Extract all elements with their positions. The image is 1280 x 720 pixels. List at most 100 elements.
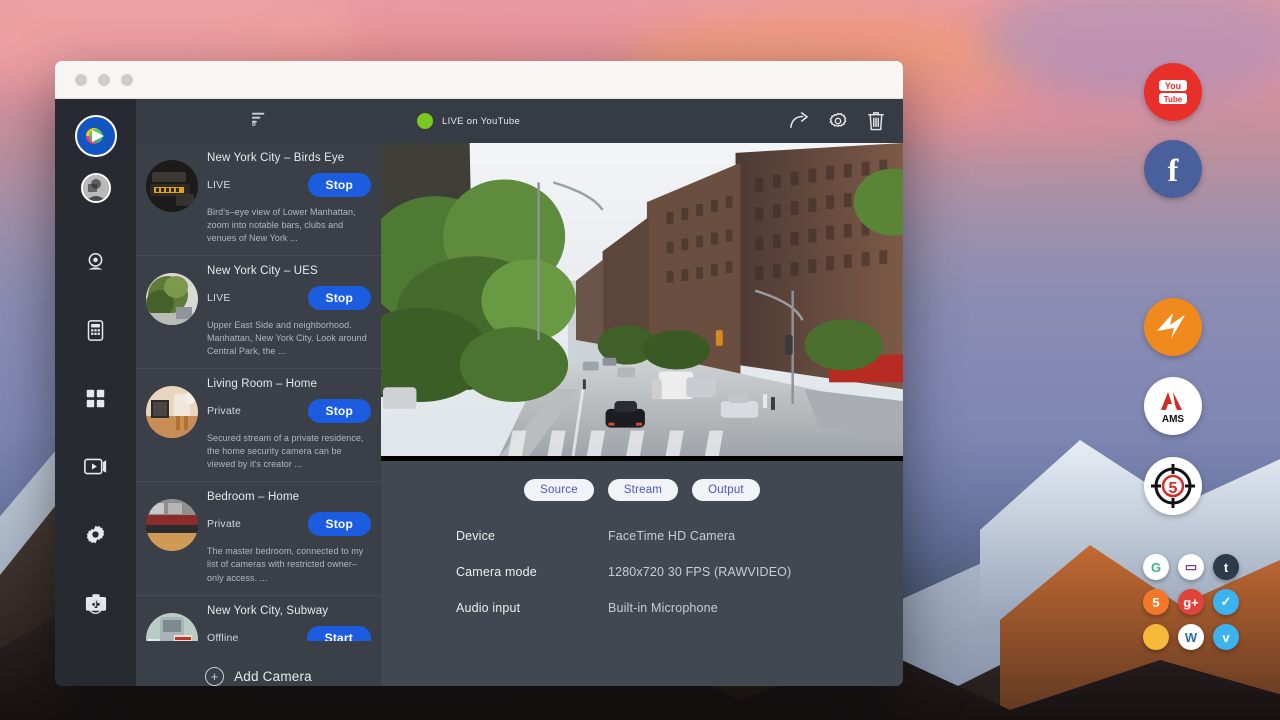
camera-list-item[interactable]: New York City – Birds EyeLIVEStopBird's–… bbox=[136, 143, 381, 256]
wordpress-launcher-icon[interactable]: W bbox=[1178, 624, 1204, 650]
camera-list-item[interactable]: New York City, SubwayOfflineStartNew Yor… bbox=[136, 596, 381, 641]
sidebar-item-devices[interactable] bbox=[74, 305, 118, 355]
camera-status: LIVE bbox=[207, 292, 231, 304]
camera-description: Upper East Side and neighborhood. Manhat… bbox=[207, 319, 371, 358]
google-plus-launcher-icon-circle: g+ bbox=[1178, 589, 1204, 615]
video-player-icon bbox=[84, 457, 107, 476]
grid-icon bbox=[85, 388, 106, 409]
main-toolbar: LIVE on YouTube bbox=[381, 99, 903, 143]
camera-toggle-button[interactable]: Stop bbox=[308, 286, 371, 310]
camera-info: New York City – Birds EyeLIVEStopBird's–… bbox=[207, 152, 371, 245]
live-status-label: LIVE on YouTube bbox=[442, 116, 520, 127]
facebook-launcher-icon[interactable]: f bbox=[1144, 140, 1202, 198]
live-status-dot bbox=[417, 113, 433, 129]
sort-icon-glyph bbox=[251, 111, 267, 126]
camera-list-item[interactable]: Living Room – HomePrivateStopSecured str… bbox=[136, 369, 381, 482]
camera-toggle-button[interactable]: Stop bbox=[308, 512, 371, 536]
plus-icon: + bbox=[205, 667, 224, 686]
facebook-launcher-icon-circle: f bbox=[1144, 140, 1202, 198]
settings-button[interactable] bbox=[828, 111, 848, 131]
power-icon bbox=[86, 597, 105, 616]
camera-status-row: LIVEStop bbox=[207, 173, 371, 197]
svg-text:AMS: AMS bbox=[1162, 414, 1185, 425]
bedroom-thumb bbox=[146, 499, 198, 551]
twitter-launcher-icon[interactable]: ✓ bbox=[1213, 589, 1239, 615]
camera-list-item[interactable]: Bedroom – HomePrivateStopThe master bedr… bbox=[136, 482, 381, 595]
camera-toggle-button[interactable]: Stop bbox=[308, 399, 371, 423]
svg-text:Tube: Tube bbox=[1164, 95, 1183, 104]
camera-info: New York City, SubwayOfflineStartNew Yor… bbox=[207, 605, 371, 641]
tab-source[interactable]: Source bbox=[524, 479, 594, 501]
nyc-birdseye-thumb bbox=[146, 160, 198, 212]
sidebar-item-power[interactable] bbox=[74, 581, 118, 631]
svg-text:5: 5 bbox=[1169, 480, 1178, 497]
video-frame bbox=[381, 143, 903, 456]
google-plus-launcher-icon[interactable]: g+ bbox=[1178, 589, 1204, 615]
camera-info: New York City – UES LIVE Stop Upper East Si… bbox=[207, 265, 371, 358]
trash-icon bbox=[867, 111, 885, 131]
video-preview[interactable] bbox=[381, 143, 903, 461]
tab-stream[interactable]: Stream bbox=[608, 479, 678, 501]
red5-launcher-icon-circle: 5 bbox=[1144, 457, 1202, 515]
property-value[interactable]: Built-in Microphone bbox=[608, 601, 718, 615]
camera-list-item[interactable]: New York City – UES LIVE Stop Upper East Si… bbox=[136, 256, 381, 369]
user-avatar[interactable] bbox=[81, 173, 111, 203]
periscope-launcher-icon[interactable] bbox=[1143, 624, 1169, 650]
tumblr-launcher-icon-circle: t bbox=[1213, 554, 1239, 580]
camera-list-toolbar bbox=[136, 99, 381, 143]
twitch-launcher-icon[interactable]: ▭ bbox=[1178, 554, 1204, 580]
main-panel: LIVE on YouTube bbox=[381, 99, 903, 686]
property-label: Device bbox=[456, 529, 608, 543]
delete-button[interactable] bbox=[867, 111, 885, 131]
camera-status-row: PrivateStop bbox=[207, 512, 371, 536]
sidebar-item-dashboard[interactable] bbox=[74, 373, 118, 423]
vimeo-launcher-icon[interactable]: v bbox=[1213, 624, 1239, 650]
property-value[interactable]: 1280x720 30 FPS (RAWVIDEO) bbox=[608, 565, 791, 579]
window-minimize-button[interactable] bbox=[98, 74, 110, 86]
camera-toggle-button[interactable]: Start bbox=[307, 626, 371, 641]
mobile-device-icon bbox=[86, 320, 105, 341]
window-close-button[interactable] bbox=[75, 74, 87, 86]
youtube-launcher-icon[interactable]: YouTube bbox=[1144, 63, 1202, 121]
vimeo-launcher-icon-circle: v bbox=[1213, 624, 1239, 650]
share-button[interactable] bbox=[789, 112, 809, 130]
camera-toggle-button[interactable]: Stop bbox=[308, 173, 371, 197]
camera-description: Secured stream of a private residence, t… bbox=[207, 432, 371, 471]
app-logo[interactable] bbox=[75, 115, 117, 157]
cloud bbox=[980, 0, 1280, 100]
property-label: Audio input bbox=[456, 601, 608, 615]
sort-icon[interactable] bbox=[251, 111, 267, 131]
camera-list[interactable]: New York City – Birds EyeLIVEStopBird's–… bbox=[136, 143, 381, 641]
gaming-launcher-icon[interactable]: G bbox=[1143, 554, 1169, 580]
twitch-launcher-icon-circle: ▭ bbox=[1178, 554, 1204, 580]
red5-launcher-icon[interactable]: 5 bbox=[1144, 457, 1202, 515]
smashcast-launcher-icon[interactable]: 5 bbox=[1143, 589, 1169, 615]
sidebar-item-settings[interactable] bbox=[74, 509, 118, 559]
tumblr-launcher-icon[interactable]: t bbox=[1213, 554, 1239, 580]
main-toolbar-actions bbox=[789, 111, 885, 131]
property-value[interactable]: FaceTime HD Camera bbox=[608, 529, 735, 543]
tab-output[interactable]: Output bbox=[692, 479, 760, 501]
camera-status-row: Private Stop bbox=[207, 399, 371, 423]
wowza-launcher-icon[interactable] bbox=[1144, 298, 1202, 356]
app-window: New York City – Birds EyeLIVEStopBird's–… bbox=[55, 61, 903, 686]
camera-title: New York City – Birds Eye bbox=[207, 152, 371, 164]
window-maximize-button[interactable] bbox=[121, 74, 133, 86]
panel-tabs: Source Stream Output bbox=[381, 461, 903, 501]
sidebar-item-cameras[interactable] bbox=[74, 237, 118, 287]
camera-status: Private bbox=[207, 405, 241, 417]
camera-title: New York City – UES bbox=[207, 265, 371, 277]
camera-title: New York City, Subway bbox=[207, 605, 371, 617]
share-icon bbox=[789, 112, 809, 130]
camera-info: Living Room – HomePrivateStopSecured str… bbox=[207, 378, 371, 471]
sidebar-item-recordings[interactable] bbox=[74, 441, 118, 491]
periscope-launcher-icon-circle bbox=[1143, 624, 1169, 650]
living-room-thumb bbox=[146, 386, 198, 438]
property-row: DeviceFaceTime HD Camera bbox=[456, 529, 903, 543]
wordpress-launcher-icon-circle: W bbox=[1178, 624, 1204, 650]
nyc-subway-thumb bbox=[146, 613, 198, 641]
desktop: New York City – Birds EyeLIVEStopBird's–… bbox=[0, 0, 1280, 720]
sidebar-rail bbox=[55, 99, 136, 686]
adobe-ams-launcher-icon[interactable]: AMS bbox=[1144, 377, 1202, 435]
add-camera-button[interactable]: + Add Camera bbox=[136, 641, 381, 686]
